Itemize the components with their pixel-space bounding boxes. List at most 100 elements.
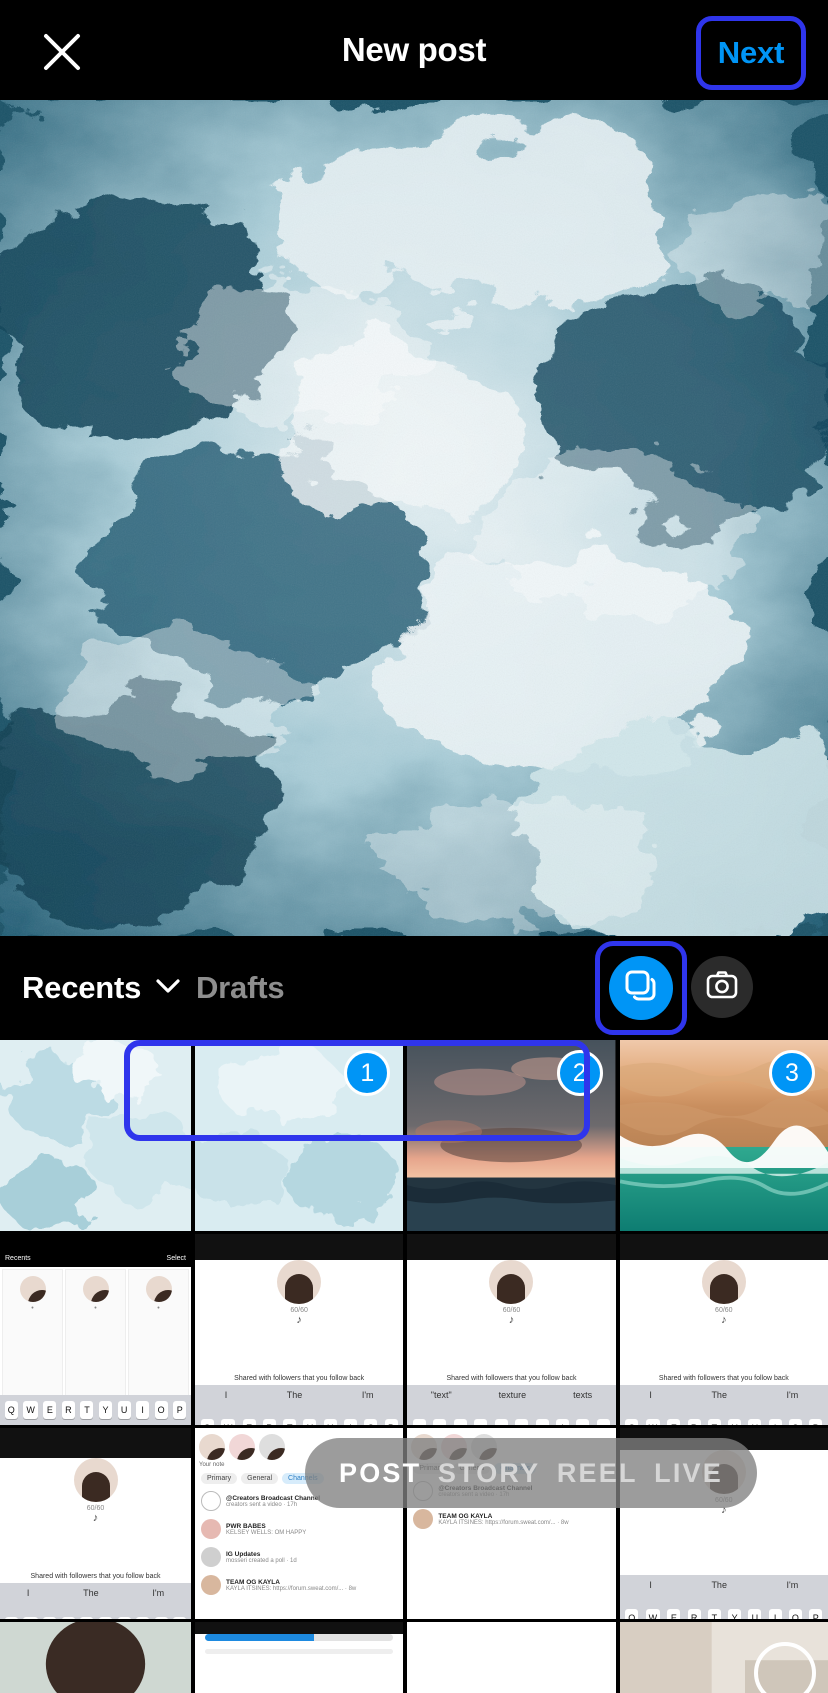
suggestion: I'm bbox=[786, 1580, 799, 1590]
suggestion: texts bbox=[573, 1390, 593, 1400]
gallery-item-photo-person[interactable] bbox=[0, 1622, 191, 1693]
screenshot-thumb bbox=[195, 1634, 404, 1693]
album-label: Recents bbox=[22, 970, 142, 1005]
dm-sub: KELSEY WELLS: OM HAPPY bbox=[226, 1529, 307, 1536]
album-selector[interactable]: Recents bbox=[22, 964, 181, 1012]
layers-multiselect-icon bbox=[623, 968, 659, 1009]
dm-row: TEAM OG KAYLA KAYLA ITSINES: https://for… bbox=[195, 1571, 403, 1599]
gallery-grid[interactable]: 1 2 3 Recents Select • • • Q W E R T Y U… bbox=[0, 1040, 828, 1693]
person-thumb bbox=[0, 1622, 191, 1693]
gallery-item-screenshot-note-d[interactable]: 60/60 ♪ Shared with followers that you f… bbox=[0, 1428, 191, 1619]
dm-title: IG Updates bbox=[226, 1550, 261, 1558]
next-button[interactable]: Next bbox=[718, 35, 785, 71]
keyboard-suggestions: I The I'm bbox=[619, 1385, 828, 1405]
gallery-item-screenshot-recents[interactable]: Recents Select • • • QWERTYUIOP bbox=[0, 1234, 191, 1425]
suggestion: I'm bbox=[361, 1390, 374, 1400]
screenshot-thumb bbox=[407, 1622, 616, 1693]
top-header-bar: New post Next bbox=[0, 0, 828, 100]
mode-post[interactable]: POST bbox=[339, 1458, 421, 1489]
suggestion: The bbox=[711, 1390, 727, 1400]
screenshot-shared-label: Shared with followers that you follow ba… bbox=[30, 1573, 161, 1580]
dm-title: TEAM OG KAYLA bbox=[226, 1578, 280, 1586]
dm-row: IG Updates mosseri created a poll · 1d bbox=[195, 1543, 403, 1571]
instagram-new-post-screen: New post Next Recents Drafts 1 2 3 Recen… bbox=[0, 0, 828, 1693]
suggestion: The bbox=[711, 1580, 727, 1590]
dm-title: TEAM OG KAYLA bbox=[438, 1512, 493, 1520]
camera-button[interactable] bbox=[691, 956, 753, 1018]
keyboard-suggestions: I The I'm bbox=[619, 1575, 828, 1595]
gallery-item-photo-room[interactable] bbox=[619, 1622, 828, 1693]
chevron-down-icon bbox=[155, 978, 181, 999]
mode-live[interactable]: LIVE bbox=[654, 1458, 723, 1489]
suggestion: I bbox=[649, 1580, 652, 1590]
camera-icon bbox=[705, 968, 739, 1007]
note-label: Your note bbox=[199, 1462, 225, 1468]
chip-primary: Primary bbox=[201, 1473, 238, 1484]
capture-mode-selector[interactable]: POST STORY REEL LIVE bbox=[305, 1438, 757, 1508]
gallery-item-sunset-sea[interactable]: 2 bbox=[407, 1040, 616, 1231]
multiselect-button[interactable] bbox=[609, 956, 673, 1020]
music-note-icon: ♪ bbox=[296, 1314, 302, 1326]
multiselect-button-annotation bbox=[595, 941, 687, 1035]
screenshot-thumb: 60/60 ♪ Shared with followers that you f… bbox=[0, 1458, 191, 1619]
music-note-icon: ♪ bbox=[721, 1314, 727, 1326]
next-button-annotation: Next bbox=[696, 16, 806, 90]
suggestion: texture bbox=[498, 1390, 527, 1400]
gallery-item-screenshot-note-c[interactable]: 60/60 ♪ Shared with followers that you f… bbox=[619, 1234, 828, 1425]
drafts-tab[interactable]: Drafts bbox=[196, 964, 285, 1012]
screenshot-select-label: Select bbox=[166, 1254, 186, 1262]
dm-sub: KAYLA ITSINES: https://forum.sweat.com/.… bbox=[438, 1519, 569, 1526]
screenshot-counter: 60/60 bbox=[502, 1307, 521, 1314]
suggestion: I'm bbox=[152, 1588, 165, 1598]
gallery-item-screenshot-note-b[interactable]: 60/60 ♪ Shared with followers that you f… bbox=[407, 1234, 616, 1425]
keyboard-suggestions: I The I'm bbox=[195, 1385, 404, 1405]
mode-story[interactable]: STORY bbox=[438, 1458, 541, 1489]
keyboard-suggestions: I The I'm bbox=[0, 1583, 191, 1603]
screenshot-counter: 60/60 bbox=[715, 1307, 733, 1314]
suggestion: The bbox=[286, 1390, 303, 1400]
screenshot-thumb: 60/60 ♪ Shared with followers that you f… bbox=[195, 1260, 404, 1425]
selection-badge[interactable]: 2 bbox=[556, 1050, 603, 1096]
gallery-item-ocean-foam-selected[interactable]: 1 bbox=[195, 1040, 404, 1231]
gallery-item-ocean-foam[interactable] bbox=[0, 1040, 191, 1231]
keyboard-suggestions: "text" texture texts bbox=[407, 1385, 616, 1405]
chip-general: General bbox=[241, 1473, 279, 1484]
dm-sub: mosseri created a poll · 1d bbox=[226, 1557, 297, 1564]
onscreen-keyboard: QWERTYUIOP bbox=[0, 1603, 191, 1619]
screenshot-counter: 60/60 bbox=[290, 1307, 308, 1314]
suggestion: The bbox=[83, 1588, 99, 1598]
suggestion: I bbox=[224, 1390, 228, 1400]
ocean-foam-image bbox=[0, 100, 828, 936]
dm-sub: KAYLA ITSINES: https://forum.sweat.com/.… bbox=[226, 1585, 357, 1592]
onscreen-keyboard: QWERTYUIOP bbox=[619, 1405, 828, 1425]
dm-row: TEAM OG KAYLA KAYLA ITSINES: https://for… bbox=[407, 1505, 615, 1533]
gallery-toolbar: Recents Drafts bbox=[0, 936, 828, 1040]
screenshot-recents-label: Recents bbox=[5, 1254, 31, 1262]
suggestion: I'm bbox=[786, 1390, 799, 1400]
screenshot-thumb: 60/60 ♪ Shared with followers that you f… bbox=[619, 1260, 828, 1425]
music-note-icon: ♪ bbox=[508, 1314, 515, 1326]
gallery-item-turquoise-beach[interactable]: 3 bbox=[619, 1040, 828, 1231]
onscreen-keyboard: QWERTYUIOP bbox=[619, 1595, 828, 1619]
selected-image-preview[interactable] bbox=[0, 100, 828, 936]
ocean-foam-thumb bbox=[0, 1040, 191, 1231]
screenshot-shared-label: Shared with followers that you follow ba… bbox=[234, 1375, 365, 1382]
onscreen-keyboard: qwertyuiop bbox=[407, 1405, 616, 1425]
channel-sub: creators sent a video · 17h bbox=[226, 1501, 298, 1508]
screenshot-counter: 60/60 bbox=[86, 1505, 105, 1512]
gallery-item-screenshot-blank[interactable] bbox=[407, 1622, 616, 1693]
screenshot-shared-label: Shared with followers that you follow ba… bbox=[658, 1375, 789, 1382]
suggestion: I bbox=[26, 1588, 30, 1598]
mode-reel[interactable]: REEL bbox=[557, 1458, 638, 1489]
dm-title: PWR BABES bbox=[226, 1522, 266, 1530]
selection-badge[interactable]: 3 bbox=[768, 1050, 815, 1096]
selection-badge[interactable]: 1 bbox=[344, 1050, 391, 1096]
onscreen-keyboard: QWERTYUIOP bbox=[195, 1405, 404, 1425]
screenshot-thumb: Recents Select • • • QWERTYUIOP bbox=[0, 1234, 191, 1425]
gallery-item-screenshot-note-a[interactable]: 60/60 ♪ Shared with followers that you f… bbox=[195, 1234, 404, 1425]
suggestion: I bbox=[649, 1390, 652, 1400]
channel-title: @Creators Broadcast Channel bbox=[226, 1494, 321, 1502]
screenshot-thumb: 60/60 ♪ Shared with followers that you f… bbox=[407, 1260, 616, 1425]
music-note-icon: ♪ bbox=[92, 1512, 99, 1524]
gallery-item-screenshot-progress[interactable] bbox=[195, 1622, 404, 1693]
